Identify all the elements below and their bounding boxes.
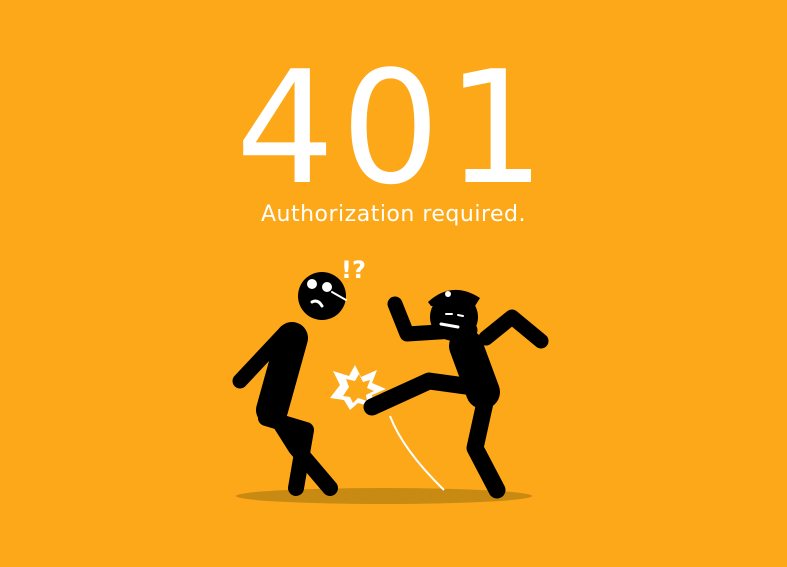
ground-shadow <box>236 488 532 504</box>
police-officer-figure-icon <box>363 289 549 499</box>
kick-illustration: !? <box>232 256 549 504</box>
old-man-figure-icon <box>232 272 347 496</box>
motion-trail <box>389 415 445 491</box>
confusion-mark: !? <box>341 256 366 284</box>
error-page: 401 Authorization required. !? <box>0 0 787 567</box>
